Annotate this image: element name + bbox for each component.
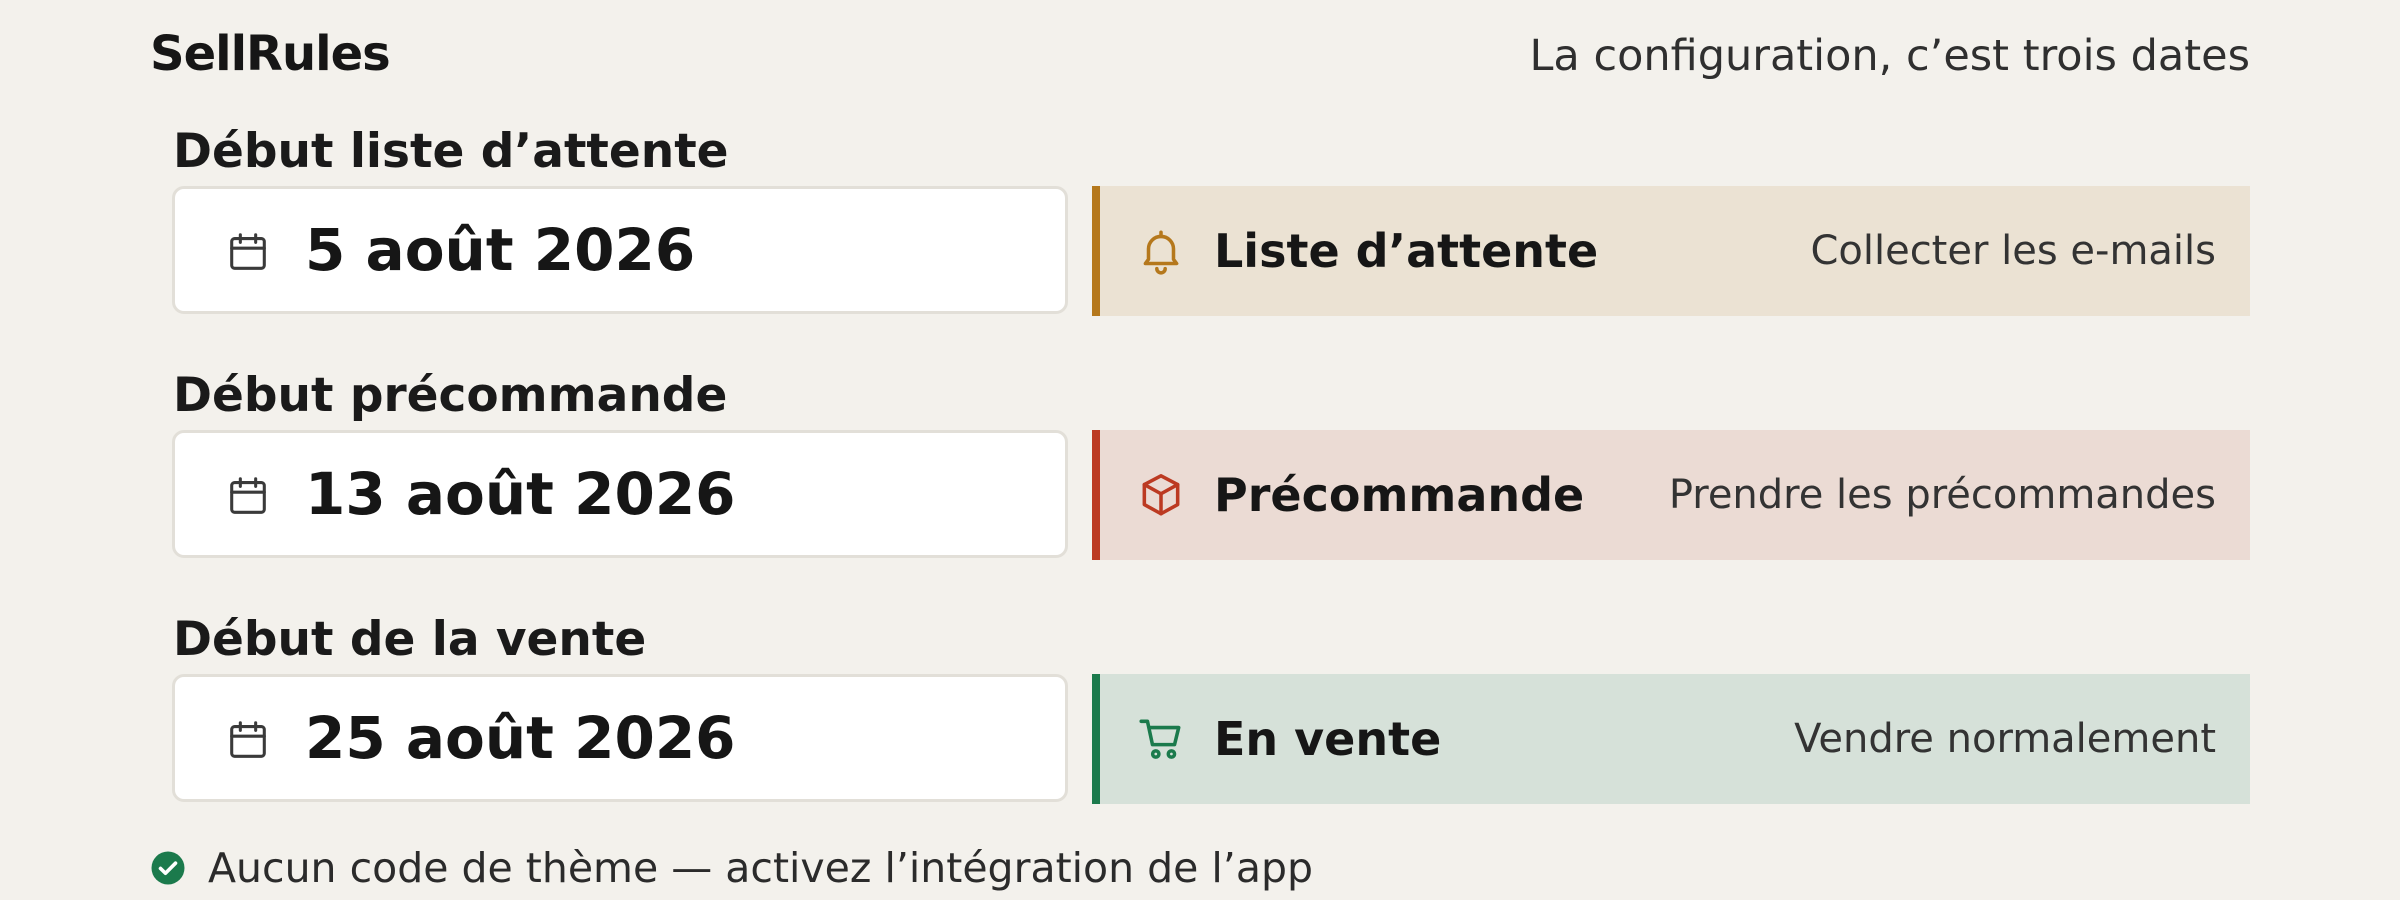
calendar-icon[interactable] bbox=[225, 717, 271, 763]
date-value: 5 août 2026 bbox=[305, 216, 696, 284]
bell-icon bbox=[1136, 226, 1186, 276]
waitlist-start-label: Début liste d’attente bbox=[173, 124, 729, 179]
date-value: 25 août 2026 bbox=[305, 704, 736, 772]
stage-accent-bar bbox=[1092, 186, 1100, 316]
status-text: Aucun code de thème — activez l’intégrat… bbox=[208, 844, 1314, 892]
stage-title: En vente bbox=[1214, 712, 1442, 766]
stage-description: Vendre normalement bbox=[1794, 716, 2216, 762]
theme-integration-status: Aucun code de thème — activez l’intégrat… bbox=[150, 838, 1313, 898]
stage-title: Précommande bbox=[1214, 468, 1585, 522]
sale-start-label: Début de la vente bbox=[173, 612, 647, 667]
app-brand: SellRules bbox=[150, 26, 391, 82]
check-circle-icon bbox=[150, 850, 186, 886]
stage-card-preorder: Précommande Prendre les précommandes bbox=[1092, 430, 2250, 560]
date-value: 13 août 2026 bbox=[305, 460, 736, 528]
preorder-start-date-field[interactable]: 13 août 2026 bbox=[172, 430, 1068, 558]
stage-accent-bar bbox=[1092, 674, 1100, 804]
stage-description: Prendre les précommandes bbox=[1668, 472, 2216, 518]
tagline: La configuration, c’est trois dates bbox=[1529, 31, 2250, 81]
cart-icon bbox=[1136, 714, 1186, 764]
waitlist-start-date-field[interactable]: 5 août 2026 bbox=[172, 186, 1068, 314]
preorder-start-label: Début précommande bbox=[173, 368, 728, 423]
stage-card-waitlist: Liste d’attente Collecter les e-mails bbox=[1092, 186, 2250, 316]
sale-start-date-field[interactable]: 25 août 2026 bbox=[172, 674, 1068, 802]
stage-description: Collecter les e-mails bbox=[1810, 228, 2216, 274]
calendar-icon[interactable] bbox=[225, 473, 271, 519]
stage-accent-bar bbox=[1092, 430, 1100, 560]
package-icon bbox=[1136, 470, 1186, 520]
calendar-icon[interactable] bbox=[225, 229, 271, 275]
stage-title: Liste d’attente bbox=[1214, 224, 1599, 278]
stage-card-on-sale: En vente Vendre normalement bbox=[1092, 674, 2250, 804]
